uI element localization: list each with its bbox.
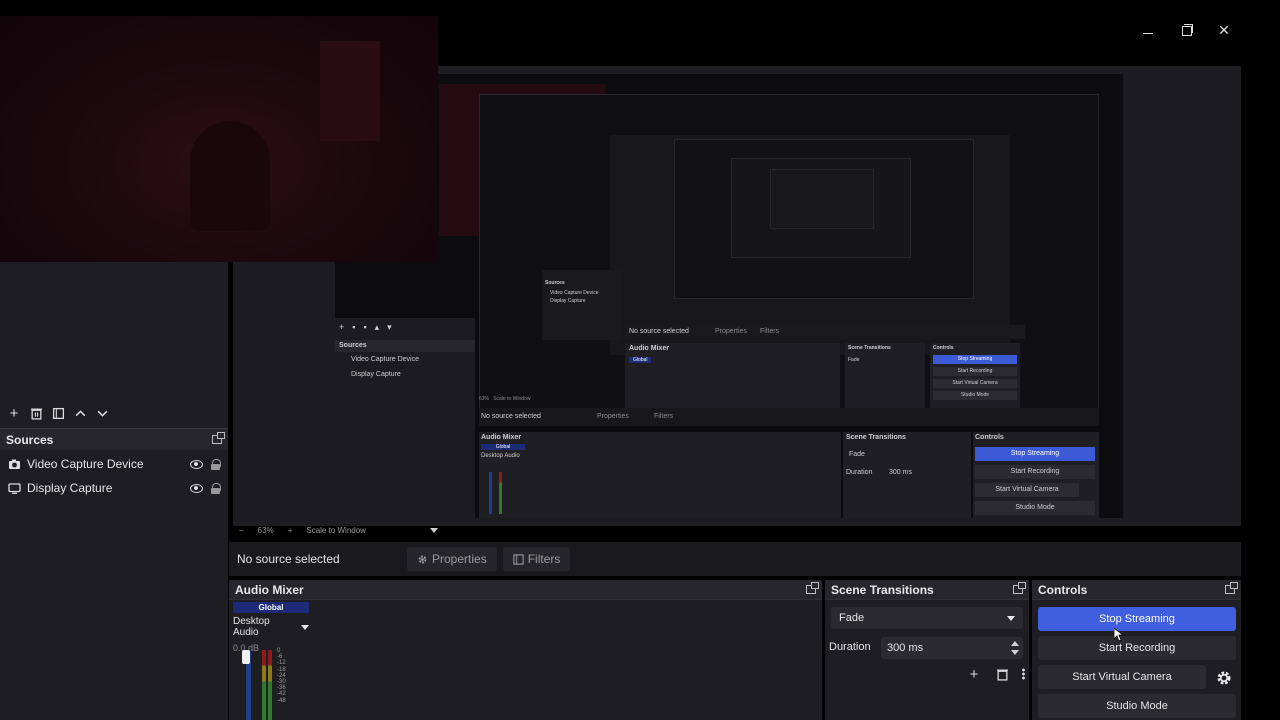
sources-toolbar: +	[0, 402, 228, 424]
more-options-icon[interactable]	[1022, 668, 1025, 680]
inner-src-header: Sources	[335, 340, 475, 352]
scene-transitions-header: Scene Transitions	[825, 580, 1029, 600]
context-bar: No source selected Properties Filters	[229, 542, 1241, 576]
source-label: Video Capture Device	[27, 457, 144, 471]
inner-transitions: Scene Transitions Fade Duration 300 ms	[843, 432, 971, 518]
transition-value: Fade	[839, 612, 865, 624]
audio-mixer-title: Audio Mixer	[235, 582, 304, 597]
source-label: Display Capture	[27, 481, 113, 495]
inner-controls: Controls Stop Streaming Start Recording …	[973, 432, 1099, 518]
start-recording-button[interactable]: Start Recording	[1038, 636, 1236, 660]
zoom-percent: 63%	[257, 525, 274, 535]
visibility-eye-icon[interactable]	[190, 459, 203, 469]
sources-title: Sources	[6, 432, 54, 447]
arrow-up-icon[interactable]	[72, 405, 88, 421]
desktop-audio-label: Desktop Audio	[233, 616, 270, 638]
duration-label: Duration	[829, 641, 871, 653]
stop-streaming-button[interactable]: Stop Streaming	[1038, 607, 1236, 631]
spin-up-icon[interactable]	[1011, 641, 1019, 646]
minimize-icon[interactable]	[1140, 22, 1156, 38]
undock-icon[interactable]	[1225, 582, 1238, 594]
duration-value: 300 ms	[887, 642, 924, 654]
zoom-bar: − 63% + Scale to Window	[233, 522, 1223, 538]
controls-title: Controls	[1038, 582, 1088, 597]
zoom-out-button[interactable]: −	[239, 526, 244, 535]
global-badge: Global	[233, 602, 309, 613]
meter-ticks: 0 -6 -12 -18 -24 -30 -36 -42 -48	[277, 648, 286, 704]
mouse-cursor-icon	[1114, 628, 1124, 642]
start-virtual-camera-button[interactable]: Start Virtual Camera	[1038, 665, 1206, 689]
source-item-display-capture[interactable]: Display Capture	[0, 476, 228, 500]
filters-button[interactable]: Filters	[502, 547, 571, 571]
visibility-eye-icon[interactable]	[190, 483, 203, 493]
trash-icon[interactable]	[28, 405, 44, 421]
desktop-audio-menu[interactable]: Desktop Audio	[233, 616, 309, 638]
controls-dock: Controls Stop Streaming Start Recording …	[1032, 580, 1241, 720]
gear-icon[interactable]	[1215, 669, 1233, 687]
window-controls: ✕	[1140, 22, 1232, 38]
inner-audio: Audio Mixer Global Desktop Audio	[479, 432, 841, 518]
webcam-feed	[0, 16, 438, 262]
arrow-down-icon[interactable]	[94, 405, 110, 421]
camera-icon	[9, 459, 20, 469]
filter-icon[interactable]	[50, 405, 66, 421]
chevron-down-icon	[1007, 615, 1015, 621]
spin-down-icon[interactable]	[1011, 650, 1019, 655]
audio-mixer-dock: Audio Mixer Global Desktop Audio 0.0 dB …	[229, 580, 822, 720]
lock-icon[interactable]	[211, 458, 221, 470]
filter-icon	[513, 553, 524, 565]
inner-meter	[489, 472, 492, 514]
scene-transitions-title: Scene Transitions	[831, 582, 934, 597]
restore-icon[interactable]	[1178, 22, 1194, 38]
source-item-video-capture[interactable]: Video Capture Device	[0, 452, 228, 476]
mixer-channel: Global Desktop Audio 0.0 dB	[233, 602, 309, 653]
lock-icon[interactable]	[211, 482, 221, 494]
audio-meter-left	[262, 650, 266, 720]
inner-src-display: Display Capture	[351, 371, 401, 378]
sources-dock: + Sources Video Capture Device Display C…	[0, 262, 228, 720]
scene-transitions-dock: Scene Transitions Fade Duration 300 ms +	[825, 580, 1029, 720]
trash-icon[interactable]	[994, 666, 1010, 682]
chevron-down-icon[interactable]	[429, 527, 438, 533]
scale-mode[interactable]: Scale to Window	[306, 526, 366, 535]
add-icon[interactable]: +	[6, 405, 22, 422]
close-icon[interactable]: ✕	[1216, 22, 1232, 38]
transition-tools: +	[966, 666, 1025, 683]
properties-button[interactable]: Properties	[407, 547, 497, 571]
inner-obs: +▪▪▴▾ Sources Video Capture Device Displ…	[335, 74, 1123, 518]
inner-src-toolbar: +▪▪▴▾	[339, 322, 400, 332]
transition-select[interactable]: Fade	[831, 607, 1023, 629]
audio-meter-right	[268, 650, 272, 720]
controls-header: Controls	[1032, 580, 1241, 600]
undock-icon[interactable]	[212, 432, 225, 444]
audio-mixer-header: Audio Mixer	[229, 580, 822, 600]
undock-icon[interactable]	[1013, 582, 1026, 594]
properties-label: Properties	[432, 552, 487, 566]
chevron-down-icon	[301, 624, 309, 630]
studio-mode-button[interactable]: Studio Mode	[1038, 694, 1236, 718]
volume-fader-knob[interactable]	[242, 650, 250, 664]
add-icon[interactable]: +	[966, 666, 982, 683]
sources-header: Sources	[0, 428, 228, 450]
preview-canvas[interactable]: No source selected Properties Filters Au…	[335, 74, 1123, 518]
filters-label: Filters	[527, 552, 561, 566]
window-shape	[320, 41, 380, 141]
duration-input[interactable]: 300 ms	[881, 637, 1023, 659]
inner-meter-level	[499, 472, 502, 514]
person-silhouette	[190, 121, 270, 231]
inner-sources: +▪▪▴▾ Sources Video Capture Device Displ…	[335, 318, 475, 518]
sources-list: Video Capture Device Display Capture	[0, 452, 228, 500]
inner-context: No source selected Properties Filters	[479, 408, 1099, 426]
inner-src-video: Video Capture Device	[351, 356, 419, 363]
inner-zoom-bar: 63% Scale to Window	[479, 396, 531, 402]
no-source-label: No source selected	[237, 552, 340, 566]
zoom-in-button[interactable]: +	[288, 526, 293, 535]
gear-icon	[418, 555, 427, 563]
monitor-icon	[8, 482, 21, 494]
undock-icon[interactable]	[806, 582, 819, 594]
